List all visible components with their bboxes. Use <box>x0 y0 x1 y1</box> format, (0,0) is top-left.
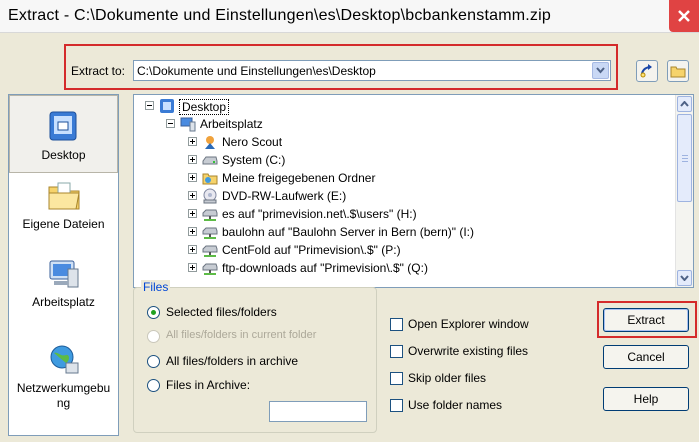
up-arrow-icon <box>640 64 652 78</box>
radio-selected-files[interactable] <box>147 306 160 319</box>
place-label: Eigene Dateien <box>22 217 105 231</box>
files-in-archive-input[interactable] <box>269 401 367 422</box>
close-button[interactable] <box>669 0 699 32</box>
place-network[interactable]: Netzwerkumgebu ng <box>9 343 118 431</box>
thumb-grip <box>682 155 688 156</box>
place-label: Desktop <box>41 148 86 162</box>
scroll-up-button[interactable] <box>677 96 692 112</box>
checkbox-overwrite[interactable] <box>390 345 403 358</box>
nero-scout-icon <box>205 136 215 149</box>
tree-item-label: System (C:) <box>222 153 286 167</box>
place-label: Arbeitsplatz <box>32 295 95 309</box>
checkbox-use-folder-names[interactable] <box>390 399 403 412</box>
radio-all-in-archive[interactable] <box>147 355 160 368</box>
extract-to-combo[interactable]: C:\Dokumente und Einstellungen\es\Deskto… <box>133 60 611 81</box>
radio-files-in-archive[interactable] <box>147 379 160 392</box>
expand-toggle[interactable] <box>188 155 197 164</box>
tree-item-label: Desktop <box>179 99 230 115</box>
radio-files-in-archive-label[interactable]: Files in Archive: <box>166 378 250 392</box>
my-documents-icon <box>48 182 80 210</box>
computer-icon <box>180 117 196 132</box>
radio-current-folder <box>147 330 160 343</box>
help-button[interactable]: Help <box>603 387 689 411</box>
expand-toggle[interactable] <box>188 173 197 182</box>
files-group-title: Files <box>141 280 171 294</box>
network-drive-icon <box>202 263 218 275</box>
computer-icon <box>49 260 78 288</box>
checkbox-open-explorer[interactable] <box>390 318 403 331</box>
network-drive-icon <box>202 245 218 257</box>
window-title: Extract - C:\Dokumente und Einstellungen… <box>8 7 551 24</box>
place-label: Netzwerkumgebu ng <box>16 381 111 410</box>
radio-selected-files-label[interactable]: Selected files/folders <box>166 305 277 319</box>
collapse-toggle[interactable] <box>145 101 154 110</box>
hard-drive-icon <box>202 156 218 165</box>
tree-item-label: DVD-RW-Laufwerk (E:) <box>222 189 347 203</box>
dvd-drive-icon <box>203 188 217 204</box>
tree-item-label: baulohn auf "Baulohn Server in Bern (ber… <box>222 225 474 239</box>
expand-toggle[interactable] <box>188 245 197 254</box>
desktop-icon <box>160 99 174 113</box>
tree-item-label: ftp-downloads auf "Primevision\.$" (Q:) <box>222 261 428 275</box>
network-drive-icon <box>202 227 218 239</box>
expand-toggle[interactable] <box>188 263 197 272</box>
close-icon <box>678 10 690 22</box>
folder-tree[interactable]: Desktop Arbeitsplatz Nero Scout System (… <box>133 94 694 288</box>
extract-to-label: Extract to: <box>71 64 126 78</box>
title-bar: Extract - C:\Dokumente und Einstellungen… <box>0 0 699 33</box>
network-drive-icon <box>202 209 218 221</box>
cancel-button[interactable]: Cancel <box>603 345 689 369</box>
up-folder-button[interactable] <box>636 60 658 82</box>
tree-item-label: Nero Scout <box>222 135 283 149</box>
shared-folder-icon <box>202 173 218 185</box>
place-desktop[interactable]: Desktop <box>9 95 118 173</box>
network-icon <box>50 345 78 374</box>
expand-toggle[interactable] <box>188 137 197 146</box>
scroll-down-button[interactable] <box>677 270 692 286</box>
expand-toggle[interactable] <box>188 191 197 200</box>
places-bar: Desktop Eigene Dateien Arbeitsplatz Netz… <box>8 94 119 436</box>
chevron-down-icon <box>680 275 689 281</box>
chevron-up-icon <box>680 101 689 107</box>
scroll-thumb[interactable] <box>677 114 692 202</box>
checkbox-open-explorer-label[interactable]: Open Explorer window <box>408 317 529 331</box>
expand-toggle[interactable] <box>188 209 197 218</box>
tree-item-label: Arbeitsplatz <box>200 117 263 131</box>
folder-icon <box>670 66 686 78</box>
thumb-grip <box>682 158 688 159</box>
collapse-toggle[interactable] <box>166 119 175 128</box>
thumb-grip <box>682 161 688 162</box>
radio-current-folder-label: All files/folders in current folder <box>166 329 317 341</box>
extract-button[interactable]: Extract <box>603 308 689 332</box>
checkbox-use-folder-names-label[interactable]: Use folder names <box>408 398 502 412</box>
tree-item-label: CentFold auf "Primevision\.$" (P:) <box>222 243 401 257</box>
checkbox-skip-older-label[interactable]: Skip older files <box>408 371 486 385</box>
tree-scrollbar[interactable] <box>675 95 693 287</box>
checkbox-overwrite-label[interactable]: Overwrite existing files <box>408 344 528 358</box>
checkbox-skip-older[interactable] <box>390 372 403 385</box>
combo-dropdown-button[interactable] <box>592 62 609 79</box>
place-my-documents[interactable]: Eigene Dateien <box>9 179 118 249</box>
desktop-icon <box>49 111 76 141</box>
new-folder-button[interactable] <box>667 60 689 82</box>
radio-all-in-archive-label[interactable]: All files/folders in archive <box>166 354 298 368</box>
expand-toggle[interactable] <box>188 227 197 236</box>
tree-item-label: es auf "primevision.net\.$\users" (H:) <box>222 207 417 221</box>
place-my-computer[interactable]: Arbeitsplatz <box>9 257 118 327</box>
tree-item-label: Meine freigegebenen Ordner <box>222 171 376 185</box>
extract-to-value: C:\Dokumente und Einstellungen\es\Deskto… <box>137 64 376 78</box>
chevron-down-icon <box>596 67 605 74</box>
